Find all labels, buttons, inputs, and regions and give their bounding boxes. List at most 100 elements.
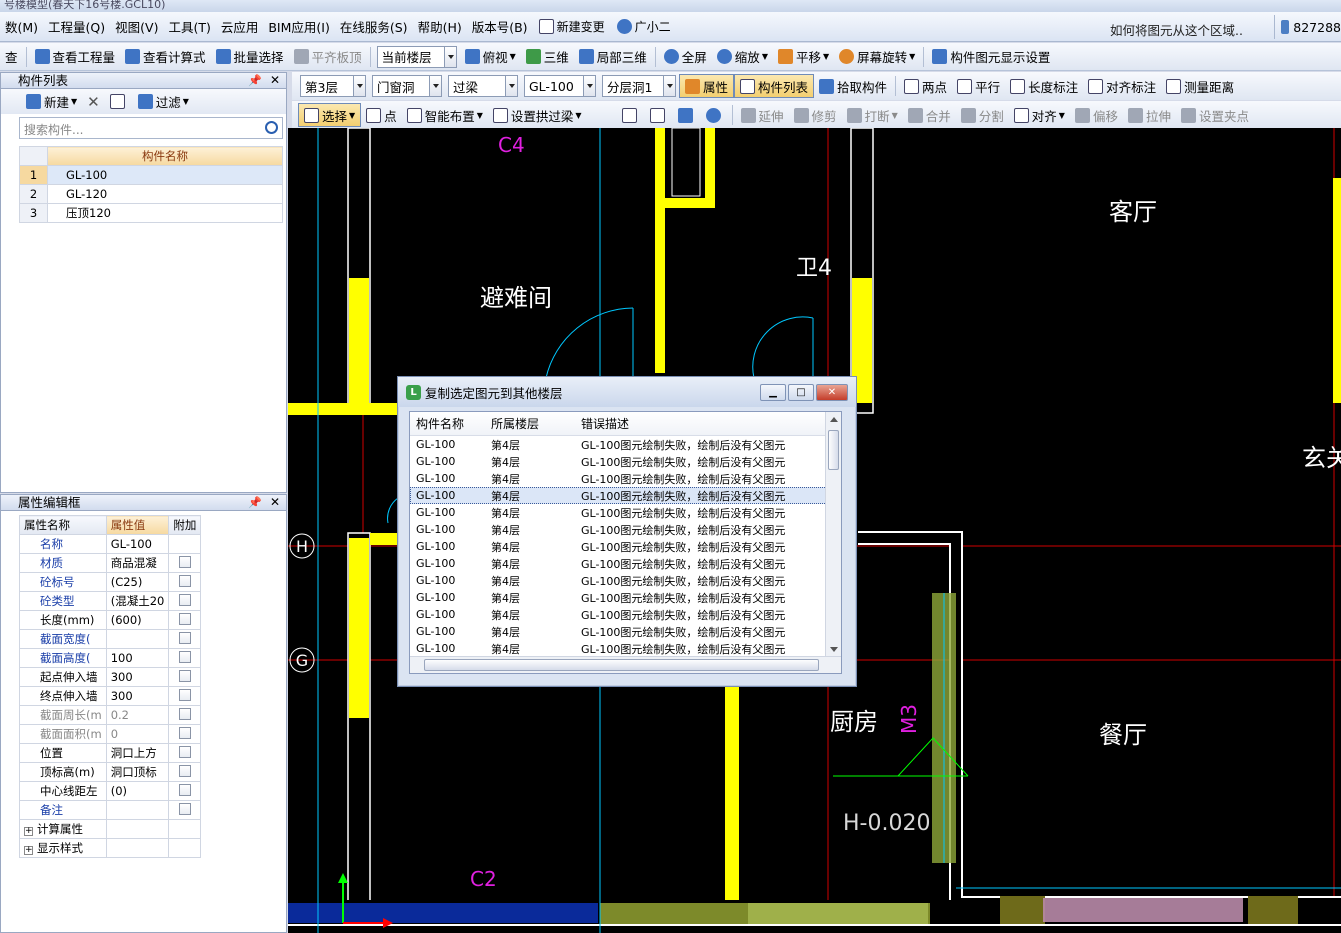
property-value[interactable]: 100 (105, 648, 170, 668)
rotate-button[interactable]: 屏幕旋转 ▼ (834, 45, 920, 69)
scroll-up-icon[interactable] (830, 417, 838, 422)
local-3d-button[interactable]: 局部三维 (574, 45, 652, 69)
property-row[interactable]: 截面高度(100 (19, 648, 202, 668)
list-item[interactable]: GL-100 第4层 GL-100图元绘制失败，绘制后没有父图元 (410, 538, 841, 555)
scroll-down-icon[interactable] (830, 647, 838, 652)
component-search-input[interactable]: 搜索构件... (19, 117, 283, 139)
list-item[interactable]: GL-100 第4层 GL-100图元绘制失败，绘制后没有父图元 (410, 487, 841, 504)
property-row[interactable]: 起点伸入墙 300 (19, 667, 202, 687)
menu-item-tools[interactable]: 工具(T) (163, 17, 215, 36)
properties-button[interactable]: 属性 (679, 74, 735, 98)
offset-button[interactable]: 偏移 (1070, 103, 1123, 127)
two-points-button[interactable]: 两点 (899, 74, 952, 98)
property-value[interactable]: 300 (105, 667, 170, 687)
search-icon[interactable] (265, 121, 278, 134)
property-row[interactable]: 截面周长(m 0.2 (19, 705, 202, 725)
extra-checkbox[interactable] (178, 669, 191, 682)
split-button[interactable]: 分割 (956, 103, 1009, 127)
property-row[interactable]: 顶标高(m) 洞口顶标 (19, 762, 202, 782)
merge-button[interactable]: 合并 (903, 103, 956, 127)
extra-checkbox[interactable] (178, 631, 191, 644)
extra-checkbox[interactable] (178, 593, 191, 606)
menu-item-modify[interactable]: 数(M) (0, 17, 43, 36)
check-button[interactable]: 查 (0, 45, 23, 69)
extra-checkbox[interactable] (178, 650, 191, 663)
list-item[interactable]: GL-100 第4层 GL-100图元绘制失败，绘制后没有父图元 (410, 623, 841, 640)
user-account[interactable]: 827288 (1274, 15, 1341, 39)
list-item[interactable]: GL-100 第4层 GL-100图元绘制失败，绘制后没有父图元 (410, 572, 841, 589)
property-value[interactable] (105, 629, 170, 649)
pin-icon[interactable]: 📌 (248, 73, 262, 88)
select-button[interactable]: 选择 ▼ (298, 103, 362, 127)
batch-select-button[interactable]: 批量选择 (211, 45, 289, 69)
current-floor-select[interactable]: 当前楼层 (376, 45, 457, 68)
type-select[interactable]: 过梁 (448, 75, 518, 97)
mirror-button[interactable] (645, 103, 673, 127)
property-value[interactable]: 洞口顶标 (105, 762, 170, 782)
fullscreen-button[interactable]: 全屏 (659, 45, 712, 69)
scroll-thumb[interactable] (828, 430, 839, 470)
property-value[interactable]: (0) (105, 781, 170, 801)
property-value[interactable]: GL-100 (105, 534, 170, 554)
top-view-button[interactable]: 俯视 ▼ (460, 45, 521, 69)
menu-item-bim[interactable]: BIM应用(I) (263, 17, 335, 36)
list-item[interactable]: GL-100 第4层 GL-100图元绘制失败，绘制后没有父图元 (410, 640, 841, 657)
assistant-button[interactable]: 广小二 (611, 18, 677, 35)
vertical-scrollbar[interactable] (825, 412, 841, 657)
component-list-button[interactable]: 构件列表 (734, 74, 815, 98)
property-row[interactable]: 名称 GL-100 (19, 534, 202, 554)
close-icon[interactable]: ✕ (270, 73, 280, 88)
measure-button[interactable]: 测量距离 (1161, 74, 1239, 98)
hscroll-thumb[interactable] (424, 659, 819, 671)
maximize-button[interactable]: □ (788, 384, 814, 401)
property-row[interactable]: 中心线距左 (0) (19, 781, 202, 801)
property-value[interactable] (105, 800, 170, 820)
rotate-element-button[interactable] (701, 103, 729, 127)
property-row[interactable]: 终点伸入墙 300 (19, 686, 202, 706)
pick-component-button[interactable]: 拾取构件 (814, 74, 892, 98)
property-value[interactable]: (600) (105, 610, 170, 630)
align-button[interactable]: 对齐 ▼ (1009, 103, 1070, 127)
property-group-row[interactable]: + 显示样式 (19, 838, 202, 858)
pen-button[interactable] (617, 103, 645, 127)
floor-select[interactable]: 第3层 (300, 75, 366, 97)
list-item[interactable]: GL-100 第4层 GL-100图元绘制失败，绘制后没有父图元 (410, 555, 841, 572)
category-select[interactable]: 门窗洞 (372, 75, 442, 97)
property-value[interactable]: 300 (105, 686, 170, 706)
display-settings-button[interactable]: 构件图元显示设置 (927, 45, 1055, 69)
parallel-button[interactable]: 平行 (952, 74, 1005, 98)
point-button[interactable]: 点 (361, 103, 402, 127)
extra-checkbox[interactable] (178, 802, 191, 815)
extra-checkbox[interactable] (178, 764, 191, 777)
break-button[interactable]: 打断 ▼ (842, 103, 903, 127)
extra-checkbox[interactable] (178, 574, 191, 587)
table-row[interactable]: 2 GL-120 (19, 184, 283, 204)
view-quantity-button[interactable]: 查看工程量 (30, 45, 121, 69)
layer-select[interactable]: 分层洞1 (602, 75, 676, 97)
property-value[interactable]: 商品混凝 (105, 553, 170, 573)
property-row[interactable]: 备注 (19, 800, 202, 820)
new-change-button[interactable]: 新建变更 (533, 18, 611, 35)
list-item[interactable]: GL-100 第4层 GL-100图元绘制失败，绘制后没有父图元 (410, 453, 841, 470)
table-row[interactable]: 3 压顶120 (19, 203, 283, 223)
smart-layout-button[interactable]: 智能布置 ▼ (402, 103, 488, 127)
menu-item-cloud[interactable]: 云应用 (216, 17, 264, 36)
property-group-row[interactable]: + 计算属性 (19, 819, 202, 839)
view-formula-button[interactable]: 查看计算式 (120, 45, 211, 69)
menu-item-online[interactable]: 在线服务(S) (335, 17, 413, 36)
extra-checkbox[interactable] (178, 688, 191, 701)
pan-button[interactable]: 平移 ▼ (773, 45, 834, 69)
close-icon[interactable]: ✕ (270, 495, 280, 510)
close-button[interactable]: ✕ (816, 384, 848, 401)
arch-beam-button[interactable]: 设置拱过梁 ▼ (488, 103, 587, 127)
menu-item-help[interactable]: 帮助(H) (413, 17, 467, 36)
expand-icon[interactable]: + (24, 827, 33, 836)
property-row[interactable]: 砼标号 (C25) (19, 572, 202, 592)
help-search-text[interactable]: 如何将图元从这个区域.. (1110, 20, 1243, 39)
table-row[interactable]: 1 GL-100 (19, 165, 283, 185)
list-item[interactable]: GL-100 第4层 GL-100图元绘制失败，绘制后没有父图元 (410, 606, 841, 623)
extra-checkbox[interactable] (178, 555, 191, 568)
extra-checkbox[interactable] (178, 726, 191, 739)
menu-item-quantity[interactable]: 工程量(Q) (43, 17, 110, 36)
property-row[interactable]: 截面宽度( (19, 629, 202, 649)
